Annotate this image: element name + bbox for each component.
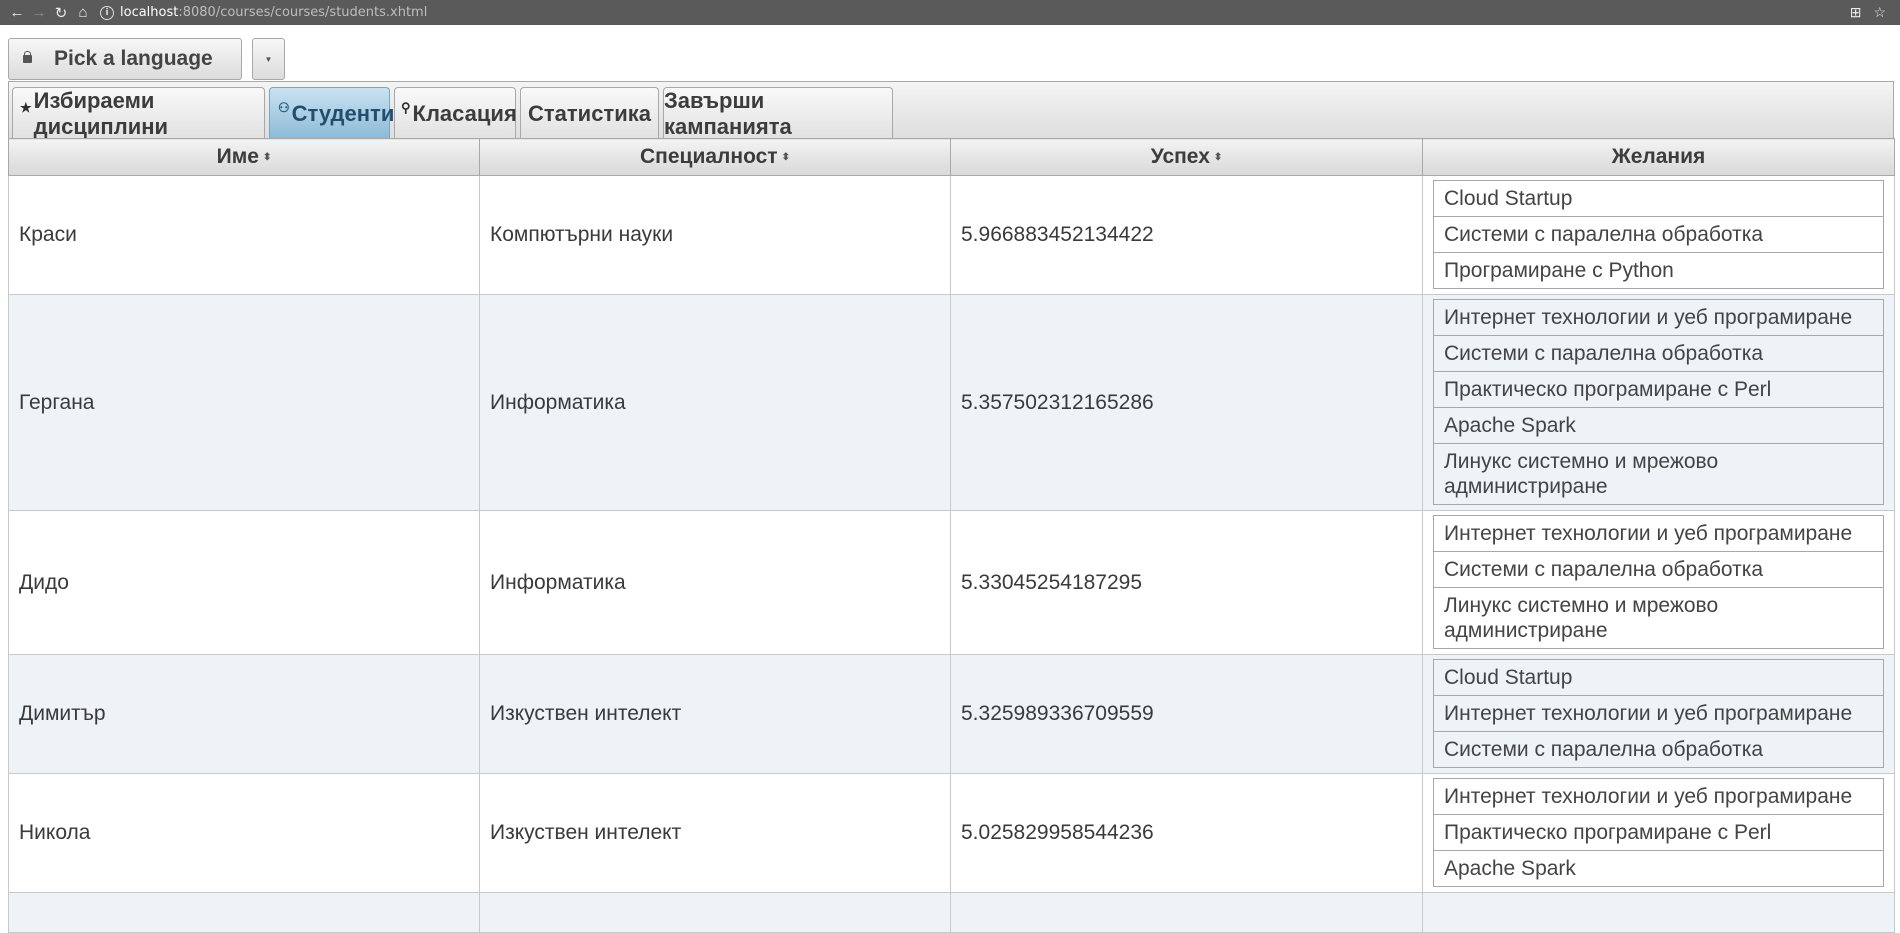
list-item: Apache Spark xyxy=(1434,408,1883,444)
tab-students[interactable]: ⚇ Студенти xyxy=(269,87,394,139)
home-icon[interactable]: ⌂ xyxy=(72,2,94,24)
cell-wishes: Cloud Startup Интернет технологии и уеб … xyxy=(1422,654,1895,774)
translate-icon[interactable]: ⊞ xyxy=(1850,4,1862,21)
column-header-specialty[interactable]: Специалност ⬍ xyxy=(479,138,951,176)
table-row: Димитър Изкуствен интелект 5.32598933670… xyxy=(8,654,1895,774)
cell-grade: 5.966883452134422 xyxy=(950,175,1423,295)
tab-statistics[interactable]: Статистика xyxy=(520,87,659,139)
sort-icon: ⬍ xyxy=(262,151,272,163)
students-table: Име ⬍ Специалност ⬍ Успех ⬍ Желания Краси К… xyxy=(8,138,1895,933)
list-item: Практическо програмиране с Perl xyxy=(1434,372,1883,408)
list-item: Apache Spark xyxy=(1444,857,1576,880)
pick-language-button[interactable]: Pick a language xyxy=(8,38,242,80)
reload-icon[interactable]: ↻ xyxy=(50,2,72,24)
list-item: Интернет технологии и уеб програмиране xyxy=(1434,779,1883,815)
forward-arrow-icon[interactable]: → xyxy=(28,2,50,24)
list-item: Cloud Startup xyxy=(1434,660,1883,696)
column-header-grade[interactable]: Успех ⬍ xyxy=(950,138,1423,176)
cell-grade: 5.357502312165286 xyxy=(950,294,1423,511)
search-icon: ⚲ xyxy=(401,100,411,115)
tab-bar: ★ Избираеми дисциплини ⚇ Студенти ⚲ Клас… xyxy=(8,81,1894,139)
cell-name: Гергана xyxy=(8,294,480,511)
list-item: Системи с паралелна обработка xyxy=(1444,738,1764,761)
cell-name: Дидо xyxy=(8,510,480,655)
wish-list: Cloud Startup Интернет технологии и уеб … xyxy=(1433,659,1884,768)
wish-list: Интернет технологии и уеб програмиране П… xyxy=(1433,778,1884,887)
cell-specialty: Изкуствен интелект xyxy=(479,773,951,893)
wish-list: Интернет технологии и уеб програмиране С… xyxy=(1433,515,1884,649)
cell-name xyxy=(8,892,480,933)
cell-wishes xyxy=(1422,892,1895,933)
lock-icon xyxy=(23,51,32,63)
table-row: Краси Компютърни науки 5.966883452134422… xyxy=(8,175,1895,295)
cell-wishes: Cloud Startup Системи с паралелна обрабо… xyxy=(1422,175,1895,295)
list-item: Интернет технологии и уеб програмиране xyxy=(1434,516,1883,552)
person-icon: ⚇ xyxy=(278,100,290,115)
cell-specialty: Информатика xyxy=(479,510,951,655)
table-row xyxy=(8,892,1895,933)
url-host: localhost xyxy=(120,5,179,20)
url-path: :8080/courses/courses/students.xhtml xyxy=(178,5,428,20)
tab-label: Студенти xyxy=(291,100,395,126)
tab-finish-campaign[interactable]: Завърши кампанията xyxy=(663,87,893,139)
table-row: Дидо Информатика 5.33045254187295 Интерн… xyxy=(8,510,1895,655)
list-item: Cloud Startup xyxy=(1434,181,1883,217)
info-icon[interactable]: i xyxy=(100,5,114,20)
pick-language-label: Pick a language xyxy=(54,47,213,70)
list-item: Системи с паралелна обработка xyxy=(1434,552,1883,588)
wish-list: Cloud Startup Системи с паралелна обрабо… xyxy=(1433,180,1884,289)
cell-name: Краси xyxy=(8,175,480,295)
browser-toolbar: ← → ↻ ⌂ i localhost:8080/courses/courses… xyxy=(0,0,1900,25)
cell-name: Никола xyxy=(8,773,480,893)
list-item: Системи с паралелна обработка xyxy=(1434,336,1883,372)
cell-grade: 5.33045254187295 xyxy=(950,510,1423,655)
cell-wishes: Интернет технологии и уеб програмиране П… xyxy=(1422,773,1895,893)
list-item: Линукс системно и мрежово администриране xyxy=(1444,450,1719,498)
sort-icon: ⬍ xyxy=(781,151,790,163)
language-dropdown-toggle[interactable]: ▼ xyxy=(252,38,285,80)
list-item: Интернет технологии и уеб програмиране xyxy=(1434,300,1883,336)
table-row: Гергана Информатика 5.357502312165286 Ин… xyxy=(8,294,1895,511)
list-item: Програмиране с Python xyxy=(1444,259,1674,282)
tab-label: Статистика xyxy=(528,100,651,126)
cell-specialty: Информатика xyxy=(479,294,951,511)
table-header-row: Име ⬍ Специалност ⬍ Успех ⬍ Желания xyxy=(8,138,1895,176)
table-row: Никола Изкуствен интелект 5.025829958544… xyxy=(8,773,1895,893)
tab-label: Класация xyxy=(412,100,517,126)
sort-icon: ⬍ xyxy=(1213,151,1223,163)
cell-grade: 5.325989336709559 xyxy=(950,654,1423,774)
cell-grade xyxy=(950,892,1423,933)
wish-list: Интернет технологии и уеб програмиране С… xyxy=(1433,299,1884,505)
cell-wishes: Интернет технологии и уеб програмиране С… xyxy=(1422,294,1895,511)
tab-ranking[interactable]: ⚲ Класация xyxy=(394,87,517,139)
tab-label: Завърши кампанията xyxy=(664,87,792,139)
list-item: Интернет технологии и уеб програмиране xyxy=(1434,696,1883,732)
list-item: Практическо програмиране с Perl xyxy=(1434,815,1883,851)
tab-label: Избираеми дисциплини xyxy=(33,87,169,139)
column-header-name[interactable]: Име ⬍ xyxy=(8,138,480,176)
star-icon: ★ xyxy=(20,100,32,115)
address-bar[interactable]: i localhost:8080/courses/courses/student… xyxy=(100,2,1850,23)
cell-specialty: Изкуствен интелект xyxy=(479,654,951,774)
cell-specialty: Компютърни науки xyxy=(479,175,951,295)
column-header-wishes: Желания xyxy=(1422,138,1895,176)
cell-specialty xyxy=(479,892,951,933)
cell-grade: 5.025829958544236 xyxy=(950,773,1423,893)
bookmark-star-icon[interactable]: ☆ xyxy=(1873,4,1886,21)
tab-electives[interactable]: ★ Избираеми дисциплини xyxy=(12,87,265,139)
back-arrow-icon[interactable]: ← xyxy=(6,2,28,24)
list-item: Линукс системно и мрежово администриране xyxy=(1444,594,1719,642)
list-item: Системи с паралелна обработка xyxy=(1434,217,1883,253)
cell-wishes: Интернет технологии и уеб програмиране С… xyxy=(1422,510,1895,655)
caret-down-icon: ▼ xyxy=(264,54,273,64)
cell-name: Димитър xyxy=(8,654,480,774)
